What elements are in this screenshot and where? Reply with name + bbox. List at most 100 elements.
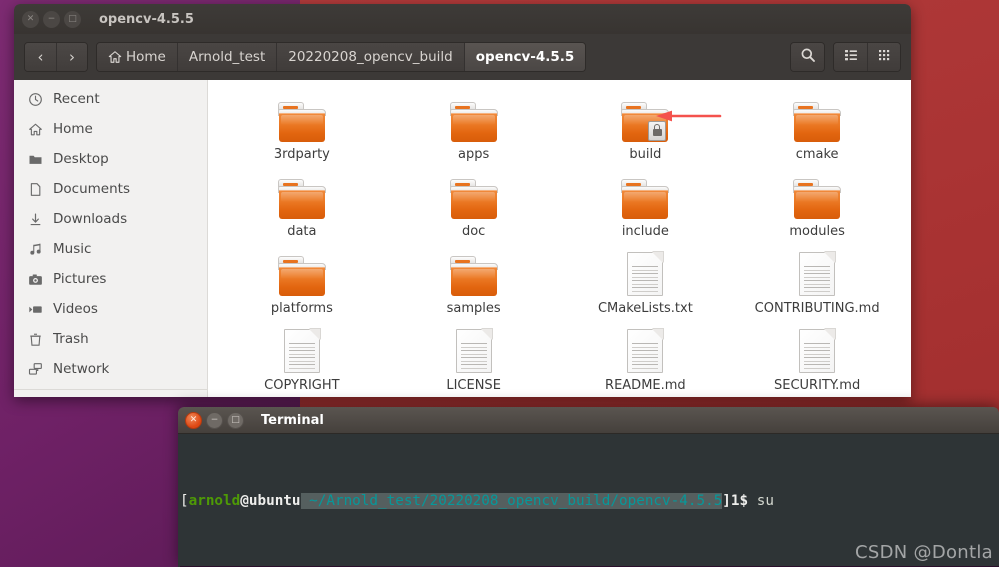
breadcrumb-label: 20220208_opencv_build [288,49,453,65]
file-item[interactable]: LICENSE [388,325,560,397]
sidebar-item-label: Videos [53,301,98,317]
sidebar-item-videos[interactable]: Videos [14,294,207,324]
prompt-bracket: [ [180,492,189,509]
prompt-user: arnold [188,492,241,509]
file-item[interactable]: CONTRIBUTING.md [731,248,903,325]
file-item[interactable]: apps [388,94,560,171]
folder-icon [449,173,498,219]
sidebar-item-home[interactable]: Home [14,114,207,144]
sidebar-item-pictures[interactable]: Pictures [14,264,207,294]
folder-icon [277,96,326,142]
document-icon [799,250,837,296]
file-item[interactable]: data [216,171,388,248]
folder-icon [449,250,498,296]
minimize-button[interactable]: − [43,10,60,28]
file-item[interactable]: doc [388,171,560,248]
breadcrumb-label: Home [126,49,166,65]
file-item[interactable]: cmake [731,94,903,171]
search-icon [800,47,816,67]
document-icon [799,327,837,373]
clock-icon [27,91,44,108]
breadcrumb-item-opencv-455[interactable]: opencv-4.5.5 [463,43,586,71]
forward-button[interactable]: › [56,43,87,71]
file-item[interactable]: platforms [216,248,388,325]
document-icon [627,327,665,373]
file-manager-body: Recent Home Desktop Documents Downloads … [14,80,911,397]
breadcrumb-label: opencv-4.5.5 [475,49,575,65]
sidebar-item-trash[interactable]: Trash [14,324,207,354]
watermark: CSDN @Dontla [854,542,993,564]
minimize-button[interactable]: − [206,411,223,429]
file-label: doc [461,224,486,239]
sidebar-item-network[interactable]: Network [14,354,207,384]
terminal-command: su [748,492,774,509]
home-icon [108,50,122,64]
sidebar-item-label: Downloads [53,211,128,227]
list-view-button[interactable] [834,43,867,71]
maximize-button[interactable]: □ [64,10,81,28]
lock-emblem-icon [648,121,667,141]
breadcrumb-item-arnold-test[interactable]: Arnold_test [176,43,277,71]
terminal-screen[interactable]: [arnold@ubuntu ~/Arnold_test/20220208_op… [178,434,999,567]
view-mode-buttons [833,42,901,72]
prompt-path: ~/Arnold_test/20220208_opencv_build/open… [300,492,723,509]
file-label: 3rdparty [273,147,330,162]
file-manager-titlebar: ✕ − □ opencv-4.5.5 [14,4,911,34]
prompt-jobs: 1 [730,492,740,509]
file-label: platforms [270,301,333,316]
back-button[interactable]: ‹ [25,43,56,71]
prompt-sigil: $ [739,492,749,509]
sidebar-item-label: Home [53,121,93,137]
sidebar-item-recent[interactable]: Recent [14,84,207,114]
folder-icon [793,96,842,142]
terminal-titlebar: ✕ − □ Terminal [178,407,999,434]
file-item[interactable]: samples [388,248,560,325]
maximize-button[interactable]: □ [227,411,244,429]
file-item[interactable]: README.md [560,325,732,397]
file-label: README.md [605,378,686,393]
folder-icon [277,250,326,296]
navigation-buttons: ‹ › [24,42,88,72]
file-item[interactable]: COPYRIGHT [216,325,388,397]
breadcrumb-item-20220208-opencv-build[interactable]: 20220208_opencv_build [276,43,464,71]
network-icon [27,361,44,378]
document-icon [455,327,493,373]
sidebar-item-computer[interactable]: Computer [14,395,207,397]
folder-icon [27,151,44,168]
file-label: SECURITY.md [774,378,861,393]
breadcrumb: Home Arnold_test 20220208_opencv_build o… [96,42,587,72]
file-item[interactable]: 3rdparty [216,94,388,171]
breadcrumb-item-home[interactable]: Home [97,43,177,71]
trash-icon [27,331,44,348]
video-icon [27,301,44,318]
terminal-window: ✕ − □ Terminal [arnold@ubuntu ~/Arnold_t… [178,407,999,567]
sidebar-item-documents[interactable]: Documents [14,174,207,204]
close-button[interactable]: ✕ [185,411,202,429]
file-manager-window: ✕ − □ opencv-4.5.5 ‹ › Home Arnold_test … [14,4,911,397]
document-icon [27,181,44,198]
file-item[interactable]: include [560,171,732,248]
file-label: CONTRIBUTING.md [754,301,880,316]
terminal-line: [arnold@ubuntu ~/Arnold_test/20220208_op… [180,492,999,511]
folder-icon [621,173,670,219]
sidebar-item-desktop[interactable]: Desktop [14,144,207,174]
file-label: LICENSE [446,378,501,393]
sidebar-item-label: Music [53,241,92,257]
sidebar-item-label: Recent [53,91,100,107]
file-item[interactable]: SECURITY.md [731,325,903,397]
file-item[interactable]: build [560,94,732,171]
file-label: cmake [795,147,839,162]
prompt-host: @ubuntu [240,492,301,509]
folder-icon-locked [621,96,670,142]
list-view-icon [843,47,859,67]
folder-icon [449,96,498,142]
search-button-group [790,42,825,72]
sidebar-item-music[interactable]: Music [14,234,207,264]
search-button[interactable] [791,43,824,71]
file-item[interactable]: CMakeLists.txt [560,248,732,325]
sidebar-item-downloads[interactable]: Downloads [14,204,207,234]
close-button[interactable]: ✕ [22,10,39,28]
file-label: COPYRIGHT [264,378,340,393]
grid-view-button[interactable] [867,43,900,71]
file-item[interactable]: modules [731,171,903,248]
